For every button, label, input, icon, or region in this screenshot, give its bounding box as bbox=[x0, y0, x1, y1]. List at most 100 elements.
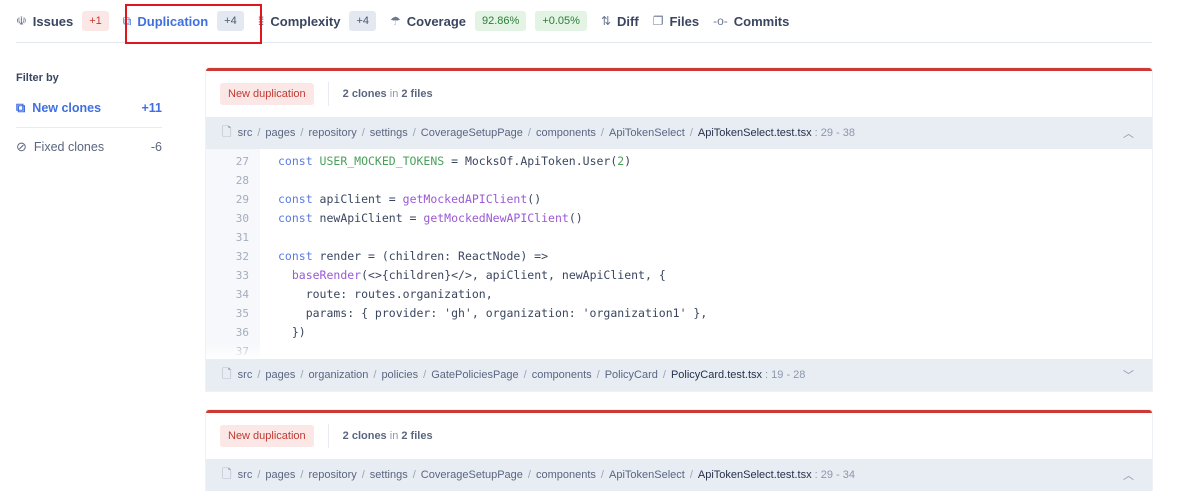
line-number: 32 bbox=[235, 250, 249, 263]
clones-count: 2 clones bbox=[342, 88, 387, 100]
tab-coverage[interactable]: ☂ Coverage 92.86% +0.05% bbox=[390, 0, 587, 43]
file-path-bar[interactable]: 🗋 src / pages / repository / settings / CoverageS… bbox=[206, 117, 1152, 149]
code-token: const bbox=[278, 154, 320, 168]
commit-icon: -o- bbox=[713, 14, 728, 28]
filter-item-count: -6 bbox=[150, 140, 162, 154]
code-line: }) bbox=[278, 323, 707, 342]
code-token: baseRender bbox=[291, 268, 362, 282]
filter-fixed-clones[interactable]: ⊘ Fixed clones -6 bbox=[16, 134, 162, 160]
tab-badge-delta: +0.05% bbox=[535, 11, 587, 31]
path-segment[interactable]: components bbox=[536, 127, 596, 139]
line-number: 29 bbox=[235, 193, 249, 206]
path-segment[interactable]: settings bbox=[370, 127, 408, 139]
path-segment[interactable]: organization bbox=[308, 369, 368, 381]
code-line: baseRender(<>{children}</>, apiClient, n… bbox=[278, 266, 707, 285]
chevron-down-icon[interactable]: ﹀ bbox=[1123, 367, 1134, 383]
code-line: route: routes.organization, bbox=[278, 285, 707, 304]
path-segment[interactable]: repository bbox=[308, 127, 356, 139]
bug-icon: ☫ bbox=[16, 14, 27, 28]
path-separator: / bbox=[600, 127, 604, 139]
code-token: getMockedNewAPIClient bbox=[423, 211, 569, 225]
in-label: in bbox=[389, 88, 399, 100]
tab-files[interactable]: ❐ Files bbox=[653, 0, 699, 43]
divider bbox=[327, 82, 329, 106]
file-path-bar[interactable]: 🗋 src / pages / organization / policies / GatePol… bbox=[206, 359, 1152, 391]
code-token: USER_MOCKED_TOKENS bbox=[319, 154, 445, 168]
path-separator: / bbox=[600, 469, 604, 481]
chevron-up-icon[interactable]: ︿ bbox=[1123, 467, 1134, 483]
code-token: params: { provider: 'gh', organization: … bbox=[278, 306, 708, 320]
check-circle-icon: ⊘ bbox=[16, 139, 27, 154]
file-path-bar[interactable]: 🗋 src / pages / repository / settings / CoverageS… bbox=[206, 459, 1152, 491]
line-range: : 29 - 38 bbox=[814, 127, 855, 139]
code-block: 2728293031323334353637const USER_MOCKED_… bbox=[206, 149, 1152, 359]
new-duplication-tag: New duplication bbox=[220, 83, 314, 105]
files-count: 2 files bbox=[401, 430, 433, 442]
fade-overlay bbox=[206, 343, 1152, 359]
line-range: : 29 - 34 bbox=[814, 469, 855, 481]
code-line: const render = (children: ReactNode) => bbox=[278, 247, 707, 266]
new-duplication-tag: New duplication bbox=[220, 425, 314, 447]
duplication-card: New duplication 2 clones in 2 files 🗋 src / p… bbox=[206, 68, 1152, 391]
path-separator: / bbox=[689, 469, 693, 481]
path-segment[interactable]: pages bbox=[265, 369, 295, 381]
path-segment[interactable]: components bbox=[532, 369, 592, 381]
line-number: 28 bbox=[235, 174, 249, 187]
file-name[interactable]: PolicyCard.test.tsx bbox=[671, 369, 762, 381]
tab-diff[interactable]: ⇅ Diff bbox=[601, 0, 639, 43]
path-segment[interactable]: CoverageSetupPage bbox=[421, 469, 523, 481]
tab-badge: +4 bbox=[349, 11, 376, 31]
filter-new-clones[interactable]: ⧉ New clones +11 bbox=[16, 94, 162, 128]
line-range: : 19 - 28 bbox=[765, 369, 806, 381]
filter-item-count: +11 bbox=[141, 100, 162, 115]
tab-issues[interactable]: ☫ Issues +1 bbox=[16, 0, 109, 43]
file-name[interactable]: ApiTokenSelect.test.tsx bbox=[698, 127, 812, 139]
path-segment[interactable]: ApiTokenSelect bbox=[609, 127, 685, 139]
tab-duplication[interactable]: ⧉ Duplication +4 bbox=[123, 0, 244, 43]
code-source: const USER_MOCKED_TOKENS = MocksOf.ApiTo… bbox=[260, 149, 707, 359]
diff-icon: ⇅ bbox=[600, 14, 612, 28]
path-separator: / bbox=[412, 127, 416, 139]
path-segment[interactable]: settings bbox=[370, 469, 408, 481]
line-number: 27 bbox=[235, 155, 249, 168]
tab-label: Coverage bbox=[406, 13, 467, 29]
copy-icon: ⧉ bbox=[122, 13, 132, 28]
path-separator: / bbox=[300, 369, 304, 381]
tab-commits[interactable]: -o- Commits bbox=[713, 0, 789, 43]
path-segment[interactable]: ApiTokenSelect bbox=[609, 469, 685, 481]
umbrella-icon: ☂ bbox=[390, 14, 401, 28]
path-segment[interactable]: components bbox=[536, 469, 596, 481]
code-token: apiClient = bbox=[319, 192, 403, 206]
path-segment[interactable]: pages bbox=[265, 127, 295, 139]
chevron-up-icon[interactable]: ︿ bbox=[1123, 125, 1134, 141]
path-separator: / bbox=[257, 369, 261, 381]
path-separator: / bbox=[412, 469, 416, 481]
path-segment[interactable]: src bbox=[238, 469, 253, 481]
path-segment[interactable]: PolicyCard bbox=[605, 369, 658, 381]
file-name[interactable]: ApiTokenSelect.test.tsx bbox=[698, 469, 812, 481]
path-separator: / bbox=[257, 469, 261, 481]
path-separator: / bbox=[361, 127, 365, 139]
path-separator: / bbox=[523, 369, 527, 381]
path-segment[interactable]: src bbox=[238, 127, 253, 139]
card-header: New duplication 2 clones in 2 files bbox=[206, 71, 1152, 117]
line-number: 34 bbox=[235, 288, 249, 301]
files-icon: ❐ bbox=[652, 14, 664, 28]
path-separator: / bbox=[300, 127, 304, 139]
path-segment[interactable]: GatePoliciesPage bbox=[431, 369, 518, 381]
tab-complexity[interactable]: ⁞⁞ Complexity +4 bbox=[258, 0, 376, 43]
file-icon: 🗋 bbox=[222, 466, 232, 481]
code-token: const bbox=[278, 211, 320, 225]
path-segment[interactable]: repository bbox=[308, 469, 356, 481]
code-line: const apiClient = getMockedAPIClient() bbox=[278, 190, 707, 209]
tab-badge: 92.86% bbox=[475, 11, 527, 31]
path-segment[interactable]: policies bbox=[381, 369, 418, 381]
line-gutter: 2728293031323334353637 bbox=[206, 149, 260, 359]
filter-item-label: Fixed clones bbox=[33, 140, 105, 154]
path-segment[interactable]: src bbox=[238, 369, 253, 381]
path-separator: / bbox=[257, 127, 261, 139]
path-segment[interactable]: CoverageSetupPage bbox=[421, 127, 523, 139]
path-segment[interactable]: pages bbox=[265, 469, 295, 481]
